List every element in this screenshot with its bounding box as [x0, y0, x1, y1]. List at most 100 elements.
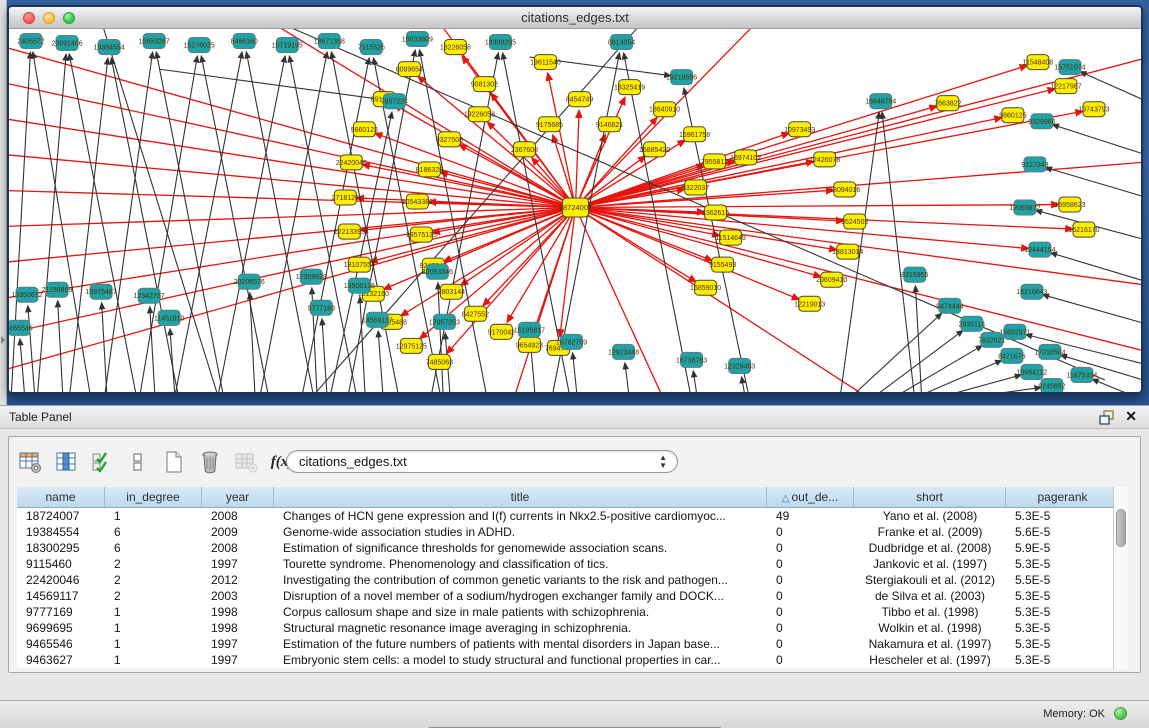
network-node[interactable]: 16195817: [514, 322, 545, 337]
network-node[interactable]: 20609410: [816, 272, 847, 287]
table-row[interactable]: 2242004622012Investigating the contribut…: [17, 572, 1127, 588]
network-node[interactable]: 16033809: [402, 32, 433, 47]
table-row[interactable]: 969969511998Structural magnetic resonanc…: [17, 620, 1127, 636]
network-node[interactable]: 14569117: [362, 312, 393, 327]
network-node[interactable]: 8471676: [998, 348, 1025, 363]
network-node[interactable]: 20206576: [234, 274, 265, 289]
network-node[interactable]: 7857224: [381, 94, 408, 109]
network-node[interactable]: 18300295: [485, 35, 516, 50]
network-node[interactable]: 18671358: [314, 34, 345, 49]
network-node[interactable]: 7955812: [701, 154, 728, 169]
close-window-icon[interactable]: [23, 12, 35, 24]
network-node[interactable]: 8813054: [608, 35, 635, 50]
network-node[interactable]: 12219013: [794, 296, 825, 311]
network-node[interactable]: 18640910: [649, 102, 680, 117]
network-canvas[interactable]: 1872400719226058932750881863281054338219…: [9, 29, 1141, 392]
network-node[interactable]: 7485063: [426, 354, 453, 369]
network-node[interactable]: 20891406: [51, 36, 82, 51]
network-node[interactable]: 18813014: [832, 244, 863, 259]
network-node[interactable]: 15958623: [1054, 197, 1085, 212]
network-node[interactable]: 7663822: [934, 96, 961, 111]
network-node[interactable]: 9146821: [596, 117, 623, 132]
network-node[interactable]: 19611540: [530, 55, 561, 70]
network-window-titlebar[interactable]: citations_edges.txt: [9, 7, 1141, 29]
network-node[interactable]: 17016504: [1034, 344, 1065, 359]
network-node[interactable]: 9329966: [1028, 114, 1055, 129]
network-node[interactable]: 9245652: [1038, 378, 1065, 392]
network-node[interactable]: 10654112: [1017, 364, 1048, 379]
network-node[interactable]: 2718126: [332, 190, 359, 205]
network-node[interactable]: 20053346: [422, 264, 453, 279]
network-node[interactable]: 8322037: [682, 180, 709, 195]
network-node[interactable]: 1362615: [702, 205, 729, 220]
network-node[interactable]: 16782759: [556, 334, 587, 349]
network-node[interactable]: 2935114: [958, 316, 985, 331]
network-node[interactable]: 10973493: [784, 122, 815, 137]
network-node[interactable]: 11675334: [1067, 367, 1098, 382]
network-node[interactable]: 13350612: [11, 287, 42, 302]
network-node[interactable]: 9860125: [999, 108, 1026, 123]
network-node[interactable]: 12093872: [1009, 200, 1040, 215]
column-header-out_de[interactable]: △out_de...: [767, 487, 854, 507]
network-node[interactable]: 16974102: [730, 150, 761, 165]
network-node[interactable]: 12426078: [809, 152, 840, 167]
table-row[interactable]: 1938455462009Genome-wide association stu…: [17, 524, 1127, 540]
network-node[interactable]: 16210643: [1016, 284, 1047, 299]
column-header-pagerank[interactable]: pagerank: [1006, 487, 1120, 507]
float-panel-icon[interactable]: [1099, 410, 1115, 425]
vertical-scrollbar[interactable]: [1113, 487, 1128, 669]
network-node[interactable]: 16859010: [690, 280, 721, 295]
network-node[interactable]: 12975125: [396, 338, 427, 353]
network-node[interactable]: 9081302: [471, 77, 498, 92]
network-node[interactable]: 9860123: [351, 122, 378, 137]
network-node[interactable]: 16975487: [86, 284, 117, 299]
network-node[interactable]: 9175685: [536, 117, 563, 132]
network-node[interactable]: 11514649: [715, 230, 746, 245]
network-node[interactable]: 8099654: [396, 62, 423, 77]
network-node[interactable]: 9327508: [436, 132, 463, 147]
table-row[interactable]: 946362711997Embryonic stem cells: a mode…: [17, 652, 1127, 668]
new-document-icon[interactable]: [159, 447, 189, 477]
network-node[interactable]: 19384554: [94, 40, 125, 55]
collapsed-side-panel[interactable]: [0, 0, 7, 405]
network-node[interactable]: 17359928: [296, 269, 327, 284]
network-node[interactable]: 16648784: [865, 94, 896, 109]
network-node[interactable]: 9474444: [936, 298, 963, 313]
network-node[interactable]: 12444154: [1024, 242, 1055, 257]
network-node[interactable]: 8215955: [901, 267, 928, 282]
network-node[interactable]: 11451910: [154, 310, 185, 325]
network-node[interactable]: 12342757: [134, 288, 165, 303]
network-node[interactable]: 18724007: [559, 198, 592, 217]
network-node[interactable]: 18226058: [440, 40, 471, 55]
selection-boxes-icon[interactable]: [123, 447, 153, 477]
network-node[interactable]: 21156869: [42, 282, 73, 297]
network-node[interactable]: 16736783: [676, 352, 707, 367]
network-node[interactable]: 9170042: [488, 324, 515, 339]
maximize-window-icon[interactable]: [63, 12, 75, 24]
network-node[interactable]: 12217987: [1050, 79, 1081, 94]
network-node[interactable]: 7632621: [978, 332, 1005, 347]
column-header-year[interactable]: year: [202, 487, 274, 507]
network-node[interactable]: 19743793: [1078, 102, 1109, 117]
network-node[interactable]: 9654923: [516, 337, 543, 352]
column-header-title[interactable]: title: [274, 487, 767, 507]
column-header-in_degree[interactable]: in_degree: [105, 487, 202, 507]
network-node[interactable]: 15276025: [184, 38, 215, 53]
network-node[interactable]: 22420046: [336, 155, 367, 170]
network-node[interactable]: 12213393: [334, 224, 365, 239]
network-node[interactable]: 16961758: [679, 127, 710, 142]
close-icon[interactable]: ✕: [1125, 408, 1137, 425]
table-settings-icon[interactable]: [15, 447, 45, 477]
network-node[interactable]: 18107554: [344, 257, 375, 272]
network-node[interactable]: 2367608: [511, 142, 538, 157]
network-node[interactable]: 8454749: [566, 92, 593, 107]
table-row[interactable]: 1872400712008Changes of HCN gene express…: [17, 508, 1127, 524]
network-node[interactable]: 19575135: [406, 227, 437, 242]
network-node[interactable]: 9777169: [308, 300, 335, 315]
network-node[interactable]: 8186328: [416, 162, 443, 177]
expand-panel-arrow-icon[interactable]: [1, 336, 5, 344]
network-node[interactable]: 2803144: [438, 284, 465, 299]
network-node[interactable]: 18325419: [614, 80, 645, 95]
column-header-short[interactable]: short: [854, 487, 1006, 507]
network-node[interactable]: 15751074: [1054, 60, 1085, 75]
